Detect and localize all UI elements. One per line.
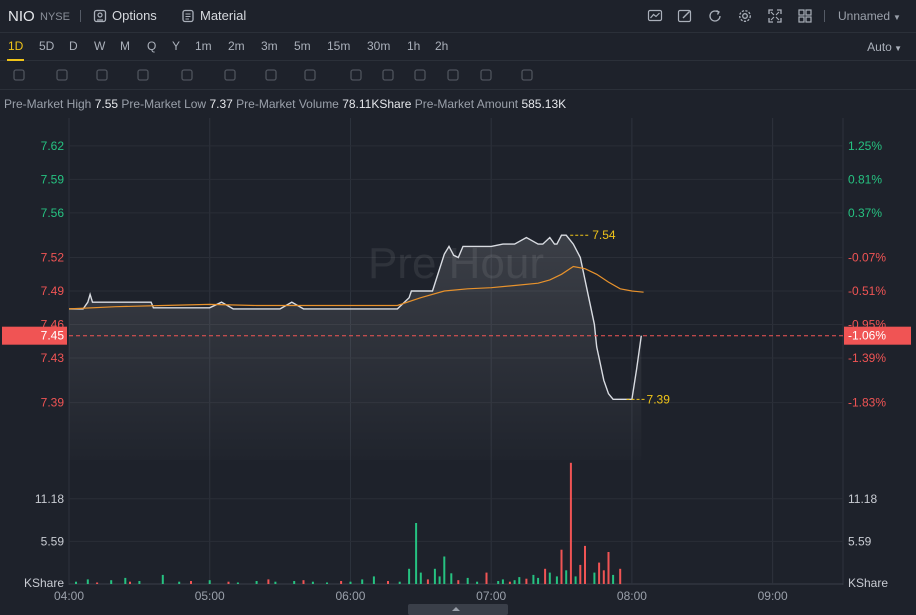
volume-bar — [208, 580, 211, 584]
volume-bar — [398, 581, 401, 584]
volume-tick-left: 11.18 — [35, 492, 64, 506]
y-tick-label-left: 7.39 — [41, 396, 65, 410]
volume-bar — [537, 577, 540, 584]
y-tick-label-right: -0.51% — [848, 284, 886, 298]
volume-bar — [236, 582, 239, 584]
volume-bar — [426, 579, 429, 584]
y-tick-label-right: -1.83% — [848, 396, 886, 410]
volume-bar — [227, 581, 230, 584]
volume-bar — [607, 552, 610, 584]
y-tick-label-left: 7.49 — [41, 284, 65, 298]
volume-bar — [497, 581, 500, 584]
y-tick-label-right: -1.39% — [848, 351, 886, 365]
x-tick-label: 08:00 — [617, 589, 647, 603]
volume-bar — [124, 577, 127, 584]
volume-bar — [438, 576, 441, 584]
volume-bar — [361, 579, 364, 584]
volume-bar — [598, 562, 601, 584]
y-tick-label-left: 7.59 — [41, 172, 65, 186]
y-tick-label-right: 0.81% — [848, 172, 882, 186]
volume-bar — [584, 545, 586, 584]
volume-bar — [602, 570, 605, 584]
volume-bar — [408, 568, 411, 585]
volume-bar — [569, 462, 572, 584]
x-tick-label: 09:00 — [758, 589, 788, 603]
volume-bar — [293, 581, 296, 584]
y-tick-label-left: 7.43 — [41, 351, 65, 365]
volume-tick-right: 11.18 — [848, 492, 877, 506]
volume-bar — [518, 577, 521, 584]
volume-bar — [326, 582, 328, 584]
volume-bar — [593, 572, 596, 584]
volume-bar — [513, 580, 516, 584]
y-tick-label-left: 7.52 — [41, 251, 65, 265]
volume-unit-left: KShare — [24, 576, 64, 590]
volume-bar — [372, 576, 375, 584]
volume-unit-right: KShare — [848, 576, 888, 590]
y-tick-label-right: 1.25% — [848, 139, 882, 153]
current-price-pct: -1.06% — [848, 329, 886, 343]
volume-bar — [178, 581, 181, 584]
volume-bar — [96, 582, 99, 584]
x-tick-label: 05:00 — [195, 589, 225, 603]
volume-bar — [544, 568, 547, 585]
volume-bar — [579, 564, 582, 584]
volume-bar — [86, 579, 89, 584]
volume-bar — [415, 523, 418, 584]
volume-bar — [548, 572, 551, 584]
high-marker-label: 7.54 — [592, 228, 616, 242]
y-tick-label-right: 0.37% — [848, 206, 882, 220]
volume-bar — [443, 556, 446, 584]
volume-bar — [311, 581, 314, 584]
y-tick-label-right: -0.07% — [848, 251, 886, 265]
volume-bar — [255, 581, 258, 584]
volume-bar — [560, 549, 563, 584]
current-price-value: 7.45 — [41, 329, 65, 343]
volume-bar — [138, 581, 141, 584]
x-tick-label: 07:00 — [476, 589, 506, 603]
y-tick-label-left: 7.62 — [41, 139, 65, 153]
volume-bar — [419, 572, 422, 584]
volume-bar — [457, 580, 460, 584]
x-tick-label: 06:00 — [335, 589, 365, 603]
volume-bar — [574, 576, 577, 584]
volume-bar — [476, 581, 479, 584]
volume-bar — [110, 580, 113, 584]
volume-bar — [508, 581, 511, 584]
volume-tick-left: 5.59 — [41, 534, 65, 548]
volume-bar — [532, 574, 535, 584]
volume-bar — [565, 570, 568, 584]
volume-bar — [75, 581, 77, 584]
volume-bar — [501, 579, 504, 584]
volume-bar — [387, 581, 389, 584]
volume-bar — [450, 573, 453, 584]
volume-bar — [340, 581, 343, 584]
volume-bar — [190, 581, 192, 584]
volume-bar — [302, 580, 305, 584]
volume-bar — [349, 581, 352, 584]
volume-bar — [555, 576, 558, 584]
y-tick-label-left: 7.56 — [41, 206, 65, 220]
volume-bar — [274, 581, 277, 584]
volume-bar — [433, 568, 436, 585]
low-marker-label: 7.39 — [647, 392, 671, 406]
x-tick-label: 04:00 — [54, 589, 84, 603]
price-area — [69, 235, 642, 460]
price-chart[interactable]: 04:00 05:00 06:00 07:00 08:00 09:00 7.62 1.25% 7… — [0, 0, 916, 615]
volume-bar — [129, 581, 131, 584]
volume-bar — [485, 572, 488, 584]
volume-bar — [525, 578, 528, 584]
volume-bar — [267, 579, 270, 584]
volume-bar — [619, 568, 622, 585]
volume-bar — [161, 574, 164, 584]
volume-bar — [466, 577, 469, 584]
volume-bar — [612, 574, 615, 584]
volume-tick-right: 5.59 — [848, 534, 872, 548]
